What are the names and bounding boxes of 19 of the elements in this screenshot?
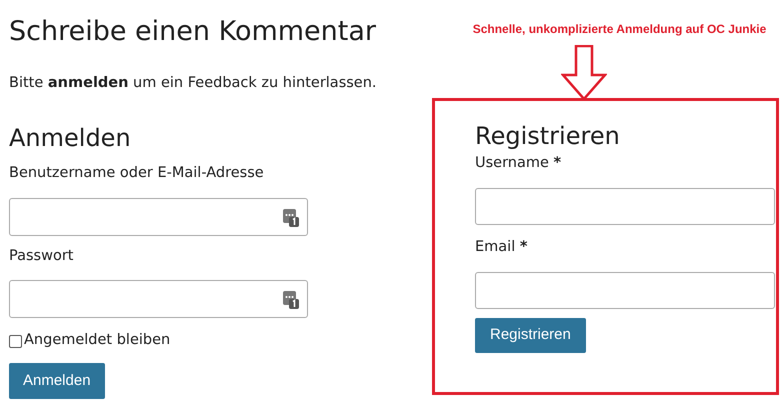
input-field[interactable]: [9, 198, 308, 236]
field-label: Passwort: [9, 246, 74, 266]
remember-label: Angemeldet bleiben: [24, 331, 170, 350]
register-heading: Registrieren: [475, 121, 620, 151]
page-heading: Schreibe einen Kommentar: [9, 15, 376, 49]
login-heading: Anmelden: [9, 122, 131, 153]
input-field[interactable]: [9, 280, 308, 318]
annotation-text: Schnelle, unkomplizierte Anmeldung auf OC Junkie: [472, 21, 766, 38]
input-field[interactable]: [475, 188, 775, 225]
password-manager-icon[interactable]: [283, 208, 299, 226]
field-label: Username *: [475, 154, 562, 173]
field-label: Benutzername oder E-Mail-Adresse: [9, 164, 264, 183]
password-manager-icon[interactable]: [283, 291, 299, 310]
field-label: Email *: [475, 238, 528, 257]
intro-text: Bitte anmelden um ein Feedback zu hinterlassen.: [9, 74, 377, 93]
login-button[interactable]: Anmelden: [9, 363, 105, 399]
register-button[interactable]: Registrieren: [475, 318, 586, 352]
input-field[interactable]: [475, 272, 775, 308]
remember-checkbox[interactable]: [9, 334, 22, 348]
